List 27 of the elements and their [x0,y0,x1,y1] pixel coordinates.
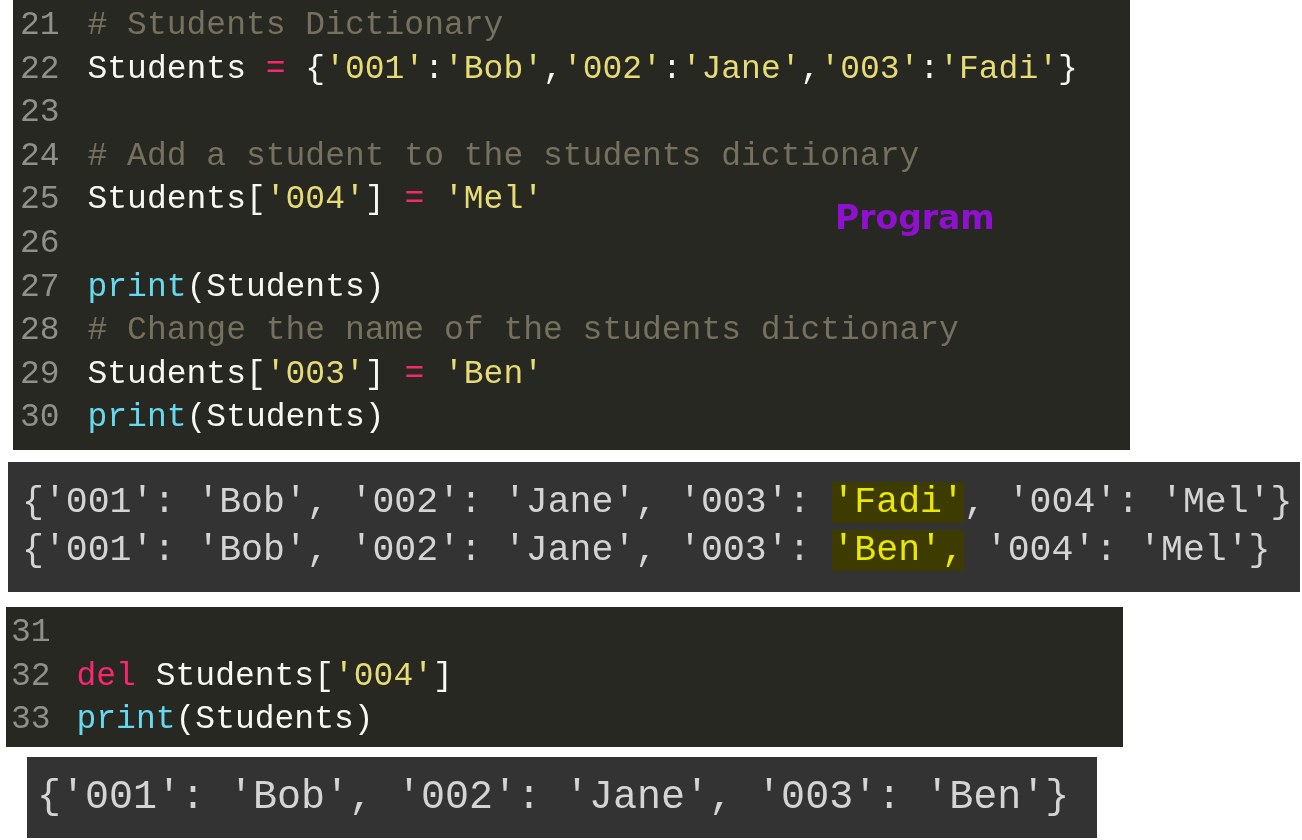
line-number: 26 [20,223,61,264]
code-line: # Add a student to the students dictionary [87,137,920,175]
line-number: 23 [20,93,61,134]
output-line: {'001': 'Bob', '002': 'Jane', '003': 'Fadi', '004': 'Mel'} [22,482,1293,523]
line-number: 24 [20,136,61,177]
line-number: 27 [20,267,61,308]
output-line: {'001': 'Bob', '002': 'Jane', '003': 'Ben'} [37,775,1070,820]
line-number: 33 [11,700,52,741]
code-line: print(Students) [87,399,385,437]
line-number: 28 [20,311,61,352]
line-number: 21 [20,6,61,46]
code-line: Students = {'001':'Bob','002':'Jane','003':'Fadi'} [87,50,1078,88]
code-line: print(Students) [76,701,374,739]
line-number: 32 [11,656,52,697]
code-line: # Students Dictionary [87,7,504,44]
line-number: 31 [11,613,52,653]
line-number: 29 [20,354,61,395]
line-number: 22 [20,49,61,90]
code-line: # Change the name of the students dictionary [87,312,959,350]
code-line: Students['004'] = 'Mel' [87,181,544,219]
line-number: 30 [20,398,61,439]
output-line: {'001': 'Bob', '002': 'Jane', '003': 'Ben', '004': 'Mel'} [22,530,1271,571]
line-number: 25 [20,180,61,221]
code-line: Students['003'] = 'Ben' [87,355,544,393]
program-label: Program [835,198,995,238]
code-line: print(Students) [87,268,385,306]
code-line: del Students['004'] [76,657,453,695]
